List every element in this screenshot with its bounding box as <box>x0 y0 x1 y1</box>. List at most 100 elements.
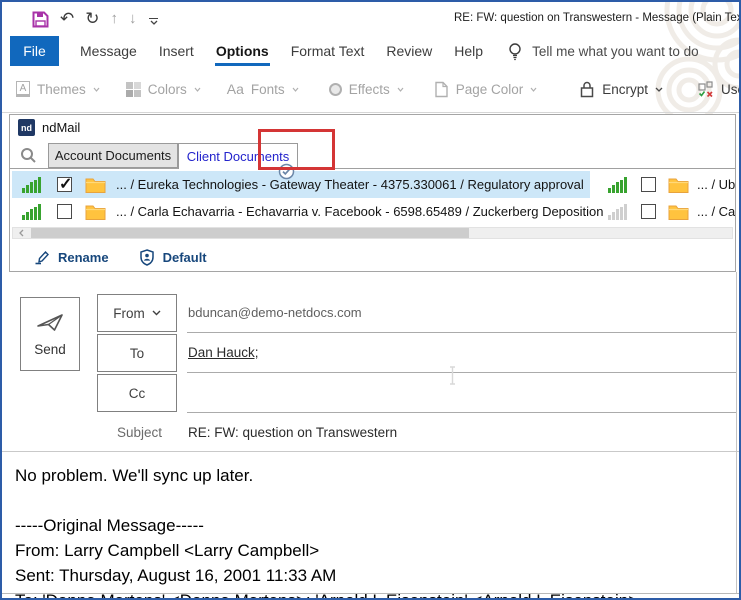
body-line <box>15 488 731 513</box>
colors-icon <box>126 82 141 97</box>
folder-checkbox[interactable] <box>641 177 656 192</box>
default-label: Default <box>163 250 207 265</box>
to-button[interactable]: To <box>97 334 177 372</box>
cc-button[interactable]: Cc <box>97 374 177 412</box>
effects-icon <box>329 83 342 96</box>
cc-label: Cc <box>129 386 146 401</box>
colors-label: Colors <box>148 82 187 97</box>
voting-buttons-icon <box>697 81 714 98</box>
scroll-left-arrow[interactable] <box>13 228 30 238</box>
body-line: Sent: Thursday, August 16, 2001 11:33 AM <box>15 563 731 588</box>
window-right-divider <box>736 272 737 593</box>
subject-field[interactable]: RE: FW: question on Transwestern <box>188 425 397 440</box>
body-line: From: Larry Campbell <Larry Campbell> <box>15 538 731 563</box>
suggestion-list-left: ... / Eureka Technologies - Gateway Thea… <box>12 171 590 225</box>
folder-path: ... / Uber - <box>697 177 736 192</box>
text-cursor <box>448 366 457 385</box>
field-divider <box>187 372 737 373</box>
fonts-icon: Aa <box>227 81 244 97</box>
body-line: To: 'Donna Martens' <Donna Martens>; 'Ar… <box>15 588 731 600</box>
themes-icon: A <box>16 81 30 97</box>
message-window: ↶ ↻ ↑ ↓ RE: FW: question on Transwestern… <box>0 0 741 600</box>
folder-checkbox[interactable] <box>641 204 656 219</box>
tab-format-text[interactable]: Format Text <box>290 36 366 66</box>
ndmail-tab-bar: Account Documents Client Documents <box>10 141 735 169</box>
send-plane-icon <box>35 311 65 333</box>
tell-me-box[interactable]: Tell me what you want to do <box>508 36 699 66</box>
scrollbar-thumb[interactable] <box>31 228 469 238</box>
ndmail-panel: nd ndMail Account Documents Client Docum… <box>9 114 736 272</box>
fonts-button: Aa Fonts <box>227 81 299 97</box>
use-voting-buttons-label: Use Voting But <box>721 82 739 97</box>
body-line: -----Original Message----- <box>15 513 731 538</box>
shield-person-icon <box>139 249 155 266</box>
quick-access-toolbar: ↶ ↻ ↑ ↓ <box>32 8 160 30</box>
tab-message[interactable]: Message <box>79 36 138 66</box>
subject-label: Subject <box>117 425 162 440</box>
tab-help[interactable]: Help <box>453 36 484 66</box>
message-body[interactable]: No problem. We'll sync up later. -----Or… <box>15 463 731 600</box>
undo-icon[interactable]: ↶ <box>60 9 74 29</box>
encrypt-button[interactable]: Encrypt <box>579 80 663 98</box>
folder-suggestion-row[interactable]: ... / Carla Echavarria - Echavarria v. F… <box>12 198 590 225</box>
from-address[interactable]: bduncan@demo-netdocs.com <box>188 305 362 320</box>
prediction-strength-icon <box>608 204 627 220</box>
folder-checkbox[interactable] <box>57 204 72 219</box>
window-title: RE: FW: question on Transwestern - Messa… <box>454 12 741 24</box>
folder-suggestion-row[interactable]: ... / Eureka Technologies - Gateway Thea… <box>12 171 590 198</box>
folder-path: ... / Carla Echavarria - Echavarria v. F… <box>116 204 604 219</box>
prediction-strength-icon <box>22 204 41 220</box>
ndmail-action-bar: Rename Default <box>10 242 735 272</box>
horizontal-scrollbar[interactable] <box>12 227 733 239</box>
effects-button: Effects <box>329 82 404 97</box>
folder-path: ... / Califo <box>697 204 736 219</box>
folder-icon <box>85 177 106 193</box>
tab-account-documents[interactable]: Account Documents <box>48 143 178 168</box>
encrypt-label: Encrypt <box>602 82 648 97</box>
prediction-strength-icon <box>22 177 41 193</box>
folder-suggestion-row[interactable]: ... / Califo <box>600 198 735 225</box>
to-recipient[interactable]: Dan Hauck; <box>188 345 259 360</box>
ribbon: A Themes Colors Aa Fonts Effects <box>2 66 739 113</box>
save-icon[interactable] <box>32 11 49 28</box>
ndmail-title: ndMail <box>42 120 80 135</box>
folder-icon <box>85 204 106 220</box>
body-line: No problem. We'll sync up later. <box>15 463 731 488</box>
tab-insert[interactable]: Insert <box>158 36 195 66</box>
themes-label: Themes <box>37 82 86 97</box>
compose-divider <box>2 451 739 452</box>
folder-suggestion-row[interactable]: ... / Uber - <box>600 171 735 198</box>
move-down-icon: ↓ <box>129 9 137 29</box>
to-label: To <box>130 346 144 361</box>
effects-label: Effects <box>349 82 390 97</box>
folder-path: ... / Eureka Technologies - Gateway Thea… <box>116 177 584 192</box>
tab-review[interactable]: Review <box>385 36 433 66</box>
from-button[interactable]: From <box>97 294 177 332</box>
redo-icon[interactable]: ↻ <box>85 9 99 29</box>
ndmail-logo-icon: nd <box>18 119 35 136</box>
tab-options[interactable]: Options <box>215 36 270 66</box>
colors-button: Colors <box>126 82 201 97</box>
prediction-strength-icon <box>608 177 627 193</box>
move-up-icon: ↑ <box>111 9 119 29</box>
search-icon[interactable] <box>20 147 37 164</box>
themes-button: A Themes <box>16 81 100 97</box>
default-button[interactable]: Default <box>139 249 207 266</box>
suggestion-list-right: ... / Uber - ... / Califo <box>600 171 735 225</box>
page-color-button: Page Color <box>434 81 538 98</box>
ribbon-tab-bar: File Message Insert Options Format Text … <box>2 36 739 66</box>
field-divider <box>187 332 737 333</box>
folder-icon <box>668 204 689 220</box>
customize-toolbar-icon[interactable] <box>148 14 160 25</box>
use-voting-buttons-button[interactable]: Use Voting But <box>697 81 739 98</box>
send-label: Send <box>34 342 66 357</box>
send-button[interactable]: Send <box>20 297 80 371</box>
pencil-icon <box>34 249 50 265</box>
folder-checkbox[interactable] <box>57 177 72 192</box>
tell-me-label: Tell me what you want to do <box>532 44 699 59</box>
folder-icon <box>668 177 689 193</box>
field-divider <box>187 412 737 413</box>
rename-button[interactable]: Rename <box>34 249 109 265</box>
lock-icon <box>579 80 595 98</box>
tab-file[interactable]: File <box>10 36 59 66</box>
